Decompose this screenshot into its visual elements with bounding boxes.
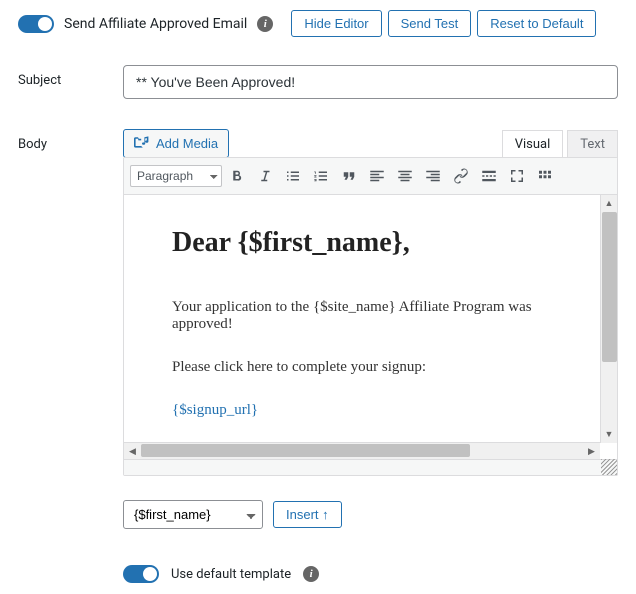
italic-icon[interactable]: [252, 163, 278, 189]
insert-button[interactable]: Insert ↑: [273, 501, 342, 528]
scroll-up-icon[interactable]: ▲: [601, 195, 617, 212]
camera-music-icon: [134, 134, 150, 153]
add-media-button[interactable]: Add Media: [123, 129, 229, 158]
bullet-list-icon[interactable]: [280, 163, 306, 189]
format-select[interactable]: Paragraph: [130, 165, 222, 187]
editor: Paragraph Dear {$first_name}, Your appl: [123, 157, 618, 476]
email-signup-link: {$signup_url}: [172, 402, 569, 419]
tab-visual[interactable]: Visual: [502, 130, 564, 158]
horizontal-scroll-thumb[interactable]: [141, 444, 470, 457]
info-icon[interactable]: i: [257, 16, 273, 32]
resize-handle[interactable]: [601, 459, 617, 475]
align-right-icon[interactable]: [420, 163, 446, 189]
add-media-label: Add Media: [156, 136, 218, 151]
scroll-left-icon[interactable]: ◀: [124, 443, 141, 460]
send-email-toggle[interactable]: [18, 15, 54, 33]
tab-text[interactable]: Text: [567, 130, 618, 158]
blockquote-icon[interactable]: [336, 163, 362, 189]
subject-label: Subject: [18, 65, 123, 88]
hide-editor-button[interactable]: Hide Editor: [291, 10, 381, 37]
info-icon[interactable]: i: [303, 566, 319, 582]
numbered-list-icon[interactable]: [308, 163, 334, 189]
email-paragraph-2: Please click here to complete your signu…: [172, 359, 569, 376]
link-icon[interactable]: [448, 163, 474, 189]
vertical-scrollbar[interactable]: ▲ ▼: [600, 195, 617, 443]
horizontal-scrollbar[interactable]: ◀ ▶: [124, 442, 600, 459]
bold-icon[interactable]: [224, 163, 250, 189]
fullscreen-icon[interactable]: [504, 163, 530, 189]
reset-default-button[interactable]: Reset to Default: [477, 10, 596, 37]
send-email-toggle-label: Send Affiliate Approved Email: [64, 16, 247, 32]
scroll-down-icon[interactable]: ▼: [601, 426, 617, 443]
default-template-toggle[interactable]: [123, 565, 159, 583]
read-more-icon[interactable]: [476, 163, 502, 189]
body-label: Body: [18, 129, 123, 152]
editor-status-bar: [124, 459, 617, 475]
email-paragraph-1: Your application to the {$site_name} Aff…: [172, 299, 569, 333]
align-center-icon[interactable]: [392, 163, 418, 189]
variable-select[interactable]: {$first_name}: [123, 500, 263, 529]
email-heading: Dear {$first_name},: [172, 227, 569, 259]
default-template-label: Use default template: [171, 567, 291, 582]
scroll-right-icon[interactable]: ▶: [583, 443, 600, 460]
editor-toolbar: Paragraph: [124, 158, 617, 195]
align-left-icon[interactable]: [364, 163, 390, 189]
editor-content-area[interactable]: Dear {$first_name}, Your application to …: [124, 195, 617, 443]
subject-input[interactable]: [123, 65, 618, 99]
vertical-scroll-thumb[interactable]: [602, 212, 617, 362]
toolbar-toggle-icon[interactable]: [532, 163, 558, 189]
send-test-button[interactable]: Send Test: [388, 10, 472, 37]
